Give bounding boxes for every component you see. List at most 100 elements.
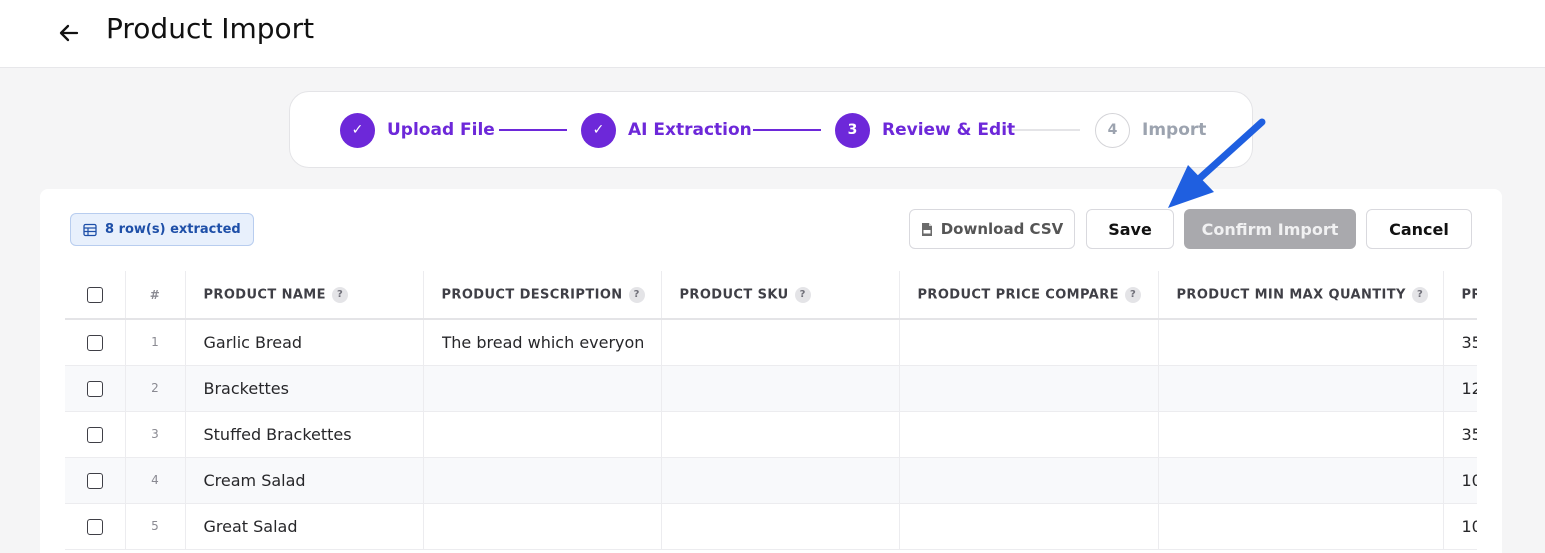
column-header-product-price[interactable]: PRODUCT PRICE?	[1443, 271, 1478, 320]
cell-product-sku[interactable]	[661, 319, 900, 366]
cell-product-min-max-quantity[interactable]	[1158, 457, 1444, 504]
top-bar: Product Import	[0, 0, 1545, 68]
column-header-label: PRODUCT PRICE	[1461, 287, 1478, 302]
cell-product-price-compare[interactable]	[899, 319, 1159, 366]
row-checkbox[interactable]	[86, 519, 103, 535]
cell-product-price[interactable]: 35	[1443, 319, 1477, 366]
step-ai-extraction[interactable]: ✓ AI Extraction	[581, 112, 752, 148]
cell-product-name[interactable]: Garlic Bread	[185, 319, 424, 366]
badge-text: 8 row(s) extracted	[105, 222, 241, 237]
table-row: 2 Brackettes 12	[65, 365, 1477, 412]
cell-product-description[interactable]	[423, 411, 662, 458]
help-icon[interactable]: ?	[1124, 286, 1141, 303]
download-csv-button[interactable]: Download CSV	[909, 209, 1075, 249]
cell-product-price-compare[interactable]	[899, 365, 1159, 412]
cell-product-name[interactable]: Great Salad	[185, 503, 424, 550]
cell-product-description[interactable]	[423, 503, 662, 550]
table-row: 5 Great Salad 10	[65, 503, 1477, 550]
products-table-scroll[interactable]: # PRODUCT NAME? PRODUCT DESCRIPTION? PRO…	[65, 271, 1477, 553]
step-number: 3	[835, 112, 870, 148]
cell-product-sku[interactable]	[661, 411, 900, 458]
cell-product-name[interactable]: Stuffed Brackettes	[185, 411, 424, 458]
download-csv-label: Download CSV	[940, 220, 1064, 238]
row-checkbox[interactable]	[86, 473, 103, 489]
cell-product-description[interactable]: The bread which everyone	[423, 319, 662, 366]
row-number: 1	[125, 319, 186, 366]
step-number: 4	[1095, 112, 1130, 148]
cell-product-min-max-quantity[interactable]	[1158, 319, 1444, 366]
row-number: 5	[125, 503, 186, 550]
table-row: 3 Stuffed Brackettes 35	[65, 411, 1477, 458]
step-label: AI Extraction	[628, 120, 752, 140]
cell-product-price-compare[interactable]	[899, 503, 1159, 550]
cell-product-name[interactable]: Brackettes	[185, 365, 424, 412]
row-number: 4	[125, 457, 186, 504]
row-checkbox[interactable]	[86, 381, 103, 397]
column-header-index: #	[125, 271, 186, 320]
row-checkbox[interactable]	[86, 335, 103, 352]
column-header-product-description[interactable]: PRODUCT DESCRIPTION?	[423, 271, 662, 320]
csv-file-icon	[921, 222, 932, 236]
column-header-label: PRODUCT PRICE COMPARE	[917, 287, 1119, 302]
cell-product-name[interactable]: Cream Salad	[185, 457, 424, 504]
cell-product-price-compare[interactable]	[899, 457, 1159, 504]
select-all-cell	[65, 271, 126, 320]
row-checkbox[interactable]	[86, 427, 103, 443]
cell-product-min-max-quantity[interactable]	[1158, 411, 1444, 458]
back-button[interactable]	[52, 16, 86, 50]
check-icon: ✓	[581, 112, 616, 148]
step-review-edit[interactable]: 3 Review & Edit	[835, 112, 1015, 148]
page-title: Product Import	[106, 12, 315, 45]
step-label: Review & Edit	[882, 120, 1016, 140]
step-connector-2	[753, 129, 821, 131]
cell-product-price-compare[interactable]	[899, 411, 1159, 458]
save-button[interactable]: Save	[1086, 209, 1174, 249]
row-select-cell	[65, 457, 126, 504]
row-number: 3	[125, 411, 186, 458]
step-import[interactable]: 4 Import	[1095, 112, 1206, 148]
cell-product-price[interactable]: 12	[1443, 365, 1477, 412]
table-row: 4 Cream Salad 10	[65, 457, 1477, 504]
step-connector-1	[499, 129, 567, 131]
cancel-button[interactable]: Cancel	[1366, 209, 1472, 249]
cell-product-sku[interactable]	[661, 503, 900, 550]
cell-product-description[interactable]	[423, 457, 662, 504]
column-header-label: PRODUCT SKU	[679, 287, 789, 302]
row-number: 2	[125, 365, 186, 412]
help-icon[interactable]: ?	[331, 286, 348, 303]
table-header-row: # PRODUCT NAME? PRODUCT DESCRIPTION? PRO…	[65, 271, 1478, 320]
column-header-label: PRODUCT DESCRIPTION	[441, 287, 623, 302]
cell-product-min-max-quantity[interactable]	[1158, 503, 1444, 550]
column-header-product-price-compare[interactable]: PRODUCT PRICE COMPARE?	[899, 271, 1159, 320]
column-header-label: PRODUCT NAME	[203, 287, 326, 302]
row-select-cell	[65, 411, 126, 458]
column-header-product-name[interactable]: PRODUCT NAME?	[185, 271, 424, 320]
review-card: 8 row(s) extracted Download CSV Save Con…	[40, 189, 1502, 553]
cell-product-price[interactable]: 10	[1443, 503, 1477, 550]
cell-product-price[interactable]: 35	[1443, 411, 1477, 458]
column-header-product-sku[interactable]: PRODUCT SKU?	[661, 271, 900, 320]
confirm-import-button[interactable]: Confirm Import	[1184, 209, 1356, 249]
table-row: 1 Garlic Bread The bread which everyone …	[65, 319, 1477, 366]
cell-product-sku[interactable]	[661, 365, 900, 412]
step-connector-3	[1012, 129, 1080, 131]
help-icon[interactable]: ?	[628, 286, 645, 303]
step-label: Import	[1142, 120, 1207, 140]
table-icon	[83, 223, 97, 236]
row-select-cell	[65, 503, 126, 550]
products-table: # PRODUCT NAME? PRODUCT DESCRIPTION? PRO…	[65, 271, 1477, 550]
help-icon[interactable]: ?	[1411, 286, 1428, 303]
step-upload-file[interactable]: ✓ Upload File	[340, 112, 495, 148]
step-label: Upload File	[387, 120, 495, 140]
column-header-label: PRODUCT MIN MAX QUANTITY	[1176, 287, 1406, 302]
cell-product-min-max-quantity[interactable]	[1158, 365, 1444, 412]
cell-product-sku[interactable]	[661, 457, 900, 504]
cell-product-price[interactable]: 10	[1443, 457, 1477, 504]
help-icon[interactable]: ?	[794, 286, 811, 303]
cell-text: The bread which everyone	[441, 332, 643, 352]
import-stepper: ✓ Upload File ✓ AI Extraction 3 Review &…	[289, 91, 1253, 168]
cell-product-description[interactable]	[423, 365, 662, 412]
column-header-product-min-max-quantity[interactable]: PRODUCT MIN MAX QUANTITY?	[1158, 271, 1444, 320]
select-all-checkbox[interactable]	[86, 286, 103, 303]
row-select-cell	[65, 319, 126, 366]
